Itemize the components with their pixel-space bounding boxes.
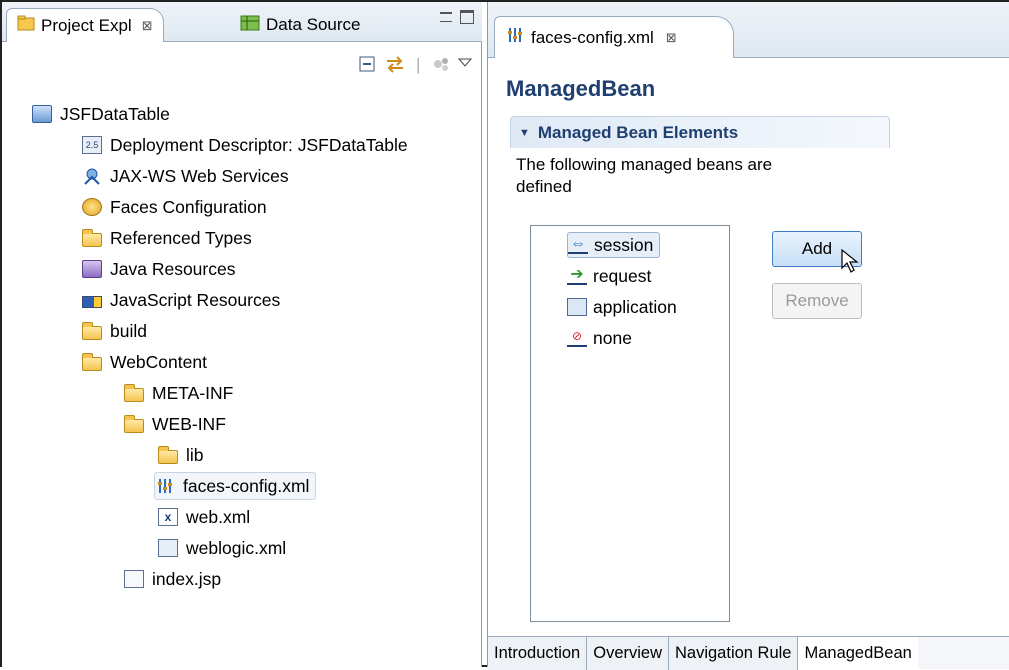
java-resources-icon: [82, 260, 102, 278]
tab-label: Data Source: [266, 15, 361, 34]
tab-managed-bean[interactable]: ManagedBean: [798, 637, 918, 670]
tree-item[interactable]: META-INF: [124, 379, 233, 407]
scope-label: application: [593, 296, 677, 317]
tab-overview[interactable]: Overview: [587, 637, 669, 670]
faces-config-file-icon: [155, 477, 175, 495]
tree-item-label: META-INF: [152, 382, 234, 403]
tree-item-label: JavaScript Resources: [110, 289, 281, 310]
tree-item[interactable]: build: [82, 317, 147, 345]
xml-file-icon: x: [158, 508, 178, 526]
request-icon: ➔: [567, 267, 587, 285]
left-toolbar: |: [2, 43, 482, 87]
close-icon[interactable]: ⊠: [142, 18, 153, 34]
tab-data-source[interactable]: Data Source: [230, 8, 371, 42]
javascript-resources-icon: [82, 296, 102, 308]
filter-icon[interactable]: [432, 55, 452, 78]
scope-item-none[interactable]: ⊘ none: [567, 325, 632, 351]
tree-item-selected[interactable]: faces-config.xml: [154, 472, 317, 500]
scope-label: none: [593, 327, 632, 348]
folder-icon: [158, 445, 178, 464]
remove-button[interactable]: Remove: [772, 283, 862, 319]
tree-item[interactable]: weblogic.xml: [158, 534, 286, 562]
tree-item-label: build: [110, 320, 147, 341]
data-source-icon: [240, 15, 260, 36]
tree-item-label: JSFDataTable: [60, 103, 170, 124]
tab-introduction[interactable]: Introduction: [488, 637, 588, 670]
tree-item[interactable]: lib: [158, 441, 204, 469]
tree-item-label: WEB-INF: [152, 413, 226, 434]
folder-icon: [82, 228, 102, 247]
collapse-all-icon[interactable]: [358, 55, 376, 78]
tree-item-label: web.xml: [186, 506, 251, 527]
tree-item[interactable]: WebContent: [82, 348, 207, 376]
tree-item[interactable]: WEB-INF: [124, 410, 226, 438]
faces-config-file-icon: [505, 26, 525, 49]
jsp-file-icon: [124, 570, 144, 588]
tree-item-label: JAX-WS Web Services: [110, 165, 289, 186]
tree-item[interactable]: JSFDataTable: [32, 100, 170, 128]
folder-icon: [82, 321, 102, 340]
folder-icon: [82, 352, 102, 371]
tree-item[interactable]: Faces Configuration: [82, 193, 267, 221]
tree-item[interactable]: Java Resources: [82, 255, 235, 283]
tree-item[interactable]: Referenced Types: [82, 224, 252, 252]
minimize-icon[interactable]: [440, 12, 452, 22]
scope-item-application[interactable]: application: [567, 294, 677, 320]
tree-item-label: Referenced Types: [110, 227, 252, 248]
tree-item-label: Faces Configuration: [110, 196, 267, 217]
project-explorer-icon: [17, 15, 35, 36]
project-explorer-panel: Project Expl ⊠ Data Source | JSFDataTabl…: [2, 2, 482, 667]
scope-label: session: [594, 234, 654, 255]
application-icon: [567, 298, 587, 316]
web-services-icon: [82, 167, 102, 185]
view-menu-icon[interactable]: [457, 53, 473, 73]
folder-icon: [124, 383, 144, 402]
tree-item-label: index.jsp: [152, 568, 222, 589]
close-icon[interactable]: ⊠: [666, 30, 677, 46]
tree-item-label: lib: [186, 444, 204, 465]
tree-item[interactable]: JavaScript Resources: [82, 286, 280, 314]
tab-label: Project Expl: [41, 15, 132, 35]
weblogic-file-icon: [158, 539, 178, 557]
scope-item-request[interactable]: ➔ request: [567, 263, 651, 289]
tree-item[interactable]: x web.xml: [158, 503, 250, 531]
managed-bean-tree[interactable]: ⇔ session ➔ request application ⊘ none: [530, 225, 730, 622]
tree-item-label: Deployment Descriptor: JSFDataTable: [110, 134, 408, 155]
tree-item[interactable]: index.jsp: [124, 565, 221, 593]
section-header[interactable]: ▼ Managed Bean Elements: [510, 116, 890, 148]
left-tab-bar: Project Expl ⊠ Data Source: [2, 2, 482, 42]
deployment-descriptor-icon: 2.5: [82, 136, 102, 154]
tree-item-label: Java Resources: [110, 258, 236, 279]
folder-icon: [124, 414, 144, 433]
tab-faces-config[interactable]: faces-config.xml ⊠: [494, 16, 734, 58]
session-icon: ⇔: [568, 235, 588, 254]
bottom-tab-bar: Introduction Overview Navigation Rule Ma…: [488, 636, 1009, 670]
tree-item-label: weblogic.xml: [186, 537, 287, 558]
project-icon: [32, 105, 52, 123]
tree-item-label: faces-config.xml: [183, 475, 310, 496]
page-title: ManagedBean: [506, 76, 656, 101]
mouse-cursor-icon: [840, 248, 862, 279]
tab-project-explorer[interactable]: Project Expl ⊠: [6, 8, 164, 42]
link-with-editor-icon[interactable]: [384, 55, 406, 78]
section-title: Managed Bean Elements: [537, 122, 739, 142]
tab-label: faces-config.xml: [531, 27, 654, 47]
scope-label: request: [593, 265, 652, 286]
editor-tab-bar: faces-config.xml ⊠: [488, 2, 1009, 58]
tree-item-label: WebContent: [110, 351, 207, 372]
tree-item[interactable]: JAX-WS Web Services: [82, 162, 289, 190]
editor-panel: faces-config.xml ⊠ ManagedBean ▼ Managed…: [487, 2, 1009, 670]
section-description: The following managed beans are defined: [516, 155, 773, 196]
none-icon: ⊘: [567, 329, 587, 347]
collapse-triangle-icon[interactable]: ▼: [519, 127, 530, 139]
tree-item[interactable]: 2.5 Deployment Descriptor: JSFDataTable: [82, 131, 408, 159]
view-controls: [440, 10, 474, 24]
tab-navigation-rule[interactable]: Navigation Rule: [669, 637, 799, 670]
maximize-icon[interactable]: [460, 10, 474, 24]
faces-config-icon: [82, 198, 102, 216]
toolbar-separator: |: [416, 55, 421, 74]
scope-item-session[interactable]: ⇔ session: [567, 232, 661, 258]
managed-bean-section: ▼ Managed Bean Elements The following ma…: [510, 116, 890, 204]
